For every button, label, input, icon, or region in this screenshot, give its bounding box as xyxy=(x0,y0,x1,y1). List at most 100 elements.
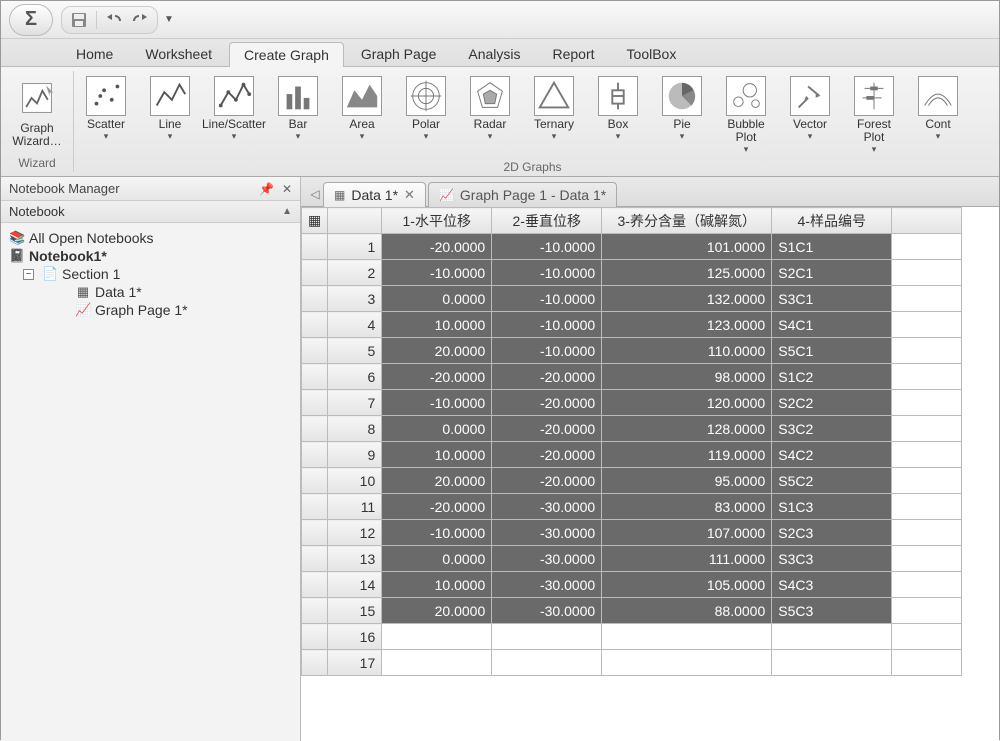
cell[interactable]: S4C1 xyxy=(772,312,892,338)
bar-button[interactable]: Bar▾ xyxy=(270,73,326,145)
cell-empty[interactable] xyxy=(492,650,602,676)
cell-empty[interactable] xyxy=(892,312,962,338)
row-number[interactable]: 7 xyxy=(328,390,382,416)
qat-dropdown-icon[interactable]: ▼ xyxy=(164,14,174,25)
cell-empty[interactable] xyxy=(892,234,962,260)
tree-data1[interactable]: ▦ Data 1* xyxy=(9,283,296,301)
cell[interactable]: 123.0000 xyxy=(602,312,772,338)
tab-worksheet[interactable]: Worksheet xyxy=(130,41,227,66)
cell[interactable]: -30.0000 xyxy=(492,546,602,572)
cell[interactable]: S3C1 xyxy=(772,286,892,312)
cell[interactable]: 10.0000 xyxy=(382,312,492,338)
cell-empty[interactable] xyxy=(492,624,602,650)
row-number[interactable]: 11 xyxy=(328,494,382,520)
cell[interactable]: S1C1 xyxy=(772,234,892,260)
cell[interactable]: S2C2 xyxy=(772,390,892,416)
cell[interactable]: -10.0000 xyxy=(382,520,492,546)
cell[interactable]: -30.0000 xyxy=(492,520,602,546)
col-header-1[interactable]: 1-水平位移 xyxy=(382,208,492,234)
ternary-button[interactable]: Ternary▾ xyxy=(526,73,582,145)
cell[interactable]: -30.0000 xyxy=(492,494,602,520)
table-row[interactable]: 910.0000-20.0000119.0000S4C2 xyxy=(302,442,962,468)
table-row[interactable]: 520.0000-10.0000110.0000S5C1 xyxy=(302,338,962,364)
undo-icon[interactable] xyxy=(103,9,125,31)
cell-empty[interactable] xyxy=(892,494,962,520)
tab-report[interactable]: Report xyxy=(538,41,610,66)
worksheet[interactable]: ▦ 1-水平位移 2-垂直位移 3-养分含量（碱解氮） 4-样品编号 1-20.… xyxy=(301,207,999,741)
tab-create-graph[interactable]: Create Graph xyxy=(229,42,344,67)
table-row[interactable]: 17 xyxy=(302,650,962,676)
polar-button[interactable]: Polar▾ xyxy=(398,73,454,145)
table-row[interactable]: 130.0000-30.0000111.0000S3C3 xyxy=(302,546,962,572)
forest-button[interactable]: Forest Plot▾ xyxy=(846,73,902,158)
col-header-empty[interactable] xyxy=(892,208,962,234)
row-number[interactable]: 5 xyxy=(328,338,382,364)
panel-collapse-icon[interactable]: ▲ xyxy=(282,206,292,217)
table-row[interactable]: 16 xyxy=(302,624,962,650)
graph-wizard-button[interactable]: Graph Wizard… xyxy=(7,73,67,151)
cell[interactable]: 95.0000 xyxy=(602,468,772,494)
panel-close-icon[interactable]: ✕ xyxy=(282,182,292,196)
cell[interactable]: -20.0000 xyxy=(492,442,602,468)
cell[interactable]: -20.0000 xyxy=(492,468,602,494)
cell-empty[interactable] xyxy=(602,624,772,650)
vector-button[interactable]: Vector▾ xyxy=(782,73,838,145)
row-number[interactable]: 3 xyxy=(328,286,382,312)
cell[interactable]: 20.0000 xyxy=(382,338,492,364)
cell[interactable]: 128.0000 xyxy=(602,416,772,442)
cell[interactable]: 83.0000 xyxy=(602,494,772,520)
cell[interactable]: -10.0000 xyxy=(492,260,602,286)
cell[interactable]: -10.0000 xyxy=(492,338,602,364)
tab-analysis[interactable]: Analysis xyxy=(453,41,535,66)
cell[interactable]: 20.0000 xyxy=(382,598,492,624)
cell[interactable]: S2C3 xyxy=(772,520,892,546)
bubble-button[interactable]: Bubble Plot▾ xyxy=(718,73,774,158)
table-row[interactable]: 1520.0000-30.000088.0000S5C3 xyxy=(302,598,962,624)
app-menu-button[interactable]: Σ xyxy=(9,4,53,36)
cell[interactable]: -10.0000 xyxy=(382,260,492,286)
cell[interactable]: S3C3 xyxy=(772,546,892,572)
row-number[interactable]: 16 xyxy=(328,624,382,650)
cell[interactable]: -10.0000 xyxy=(492,286,602,312)
col-header-4[interactable]: 4-样品编号 xyxy=(772,208,892,234)
cell[interactable]: 20.0000 xyxy=(382,468,492,494)
cell-empty[interactable] xyxy=(382,624,492,650)
cell[interactable]: -30.0000 xyxy=(492,572,602,598)
cell-empty[interactable] xyxy=(892,468,962,494)
cell[interactable]: -10.0000 xyxy=(492,234,602,260)
col-header-3[interactable]: 3-养分含量（碱解氮） xyxy=(602,208,772,234)
row-number[interactable]: 17 xyxy=(328,650,382,676)
cell-empty[interactable] xyxy=(772,650,892,676)
cell[interactable]: 120.0000 xyxy=(602,390,772,416)
cell-empty[interactable] xyxy=(772,624,892,650)
cell[interactable]: -20.0000 xyxy=(492,416,602,442)
cell[interactable]: 101.0000 xyxy=(602,234,772,260)
row-number[interactable]: 13 xyxy=(328,546,382,572)
cell[interactable]: 88.0000 xyxy=(602,598,772,624)
table-row[interactable]: 7-10.0000-20.0000120.0000S2C2 xyxy=(302,390,962,416)
cell[interactable]: 0.0000 xyxy=(382,286,492,312)
table-row[interactable]: 2-10.0000-10.0000125.0000S2C1 xyxy=(302,260,962,286)
cell[interactable]: -30.0000 xyxy=(492,598,602,624)
cell[interactable]: S1C3 xyxy=(772,494,892,520)
col-header-2[interactable]: 2-垂直位移 xyxy=(492,208,602,234)
row-number[interactable]: 12 xyxy=(328,520,382,546)
cell-empty[interactable] xyxy=(892,260,962,286)
cell-empty[interactable] xyxy=(892,650,962,676)
pie-button[interactable]: Pie▾ xyxy=(654,73,710,145)
cell-empty[interactable] xyxy=(892,546,962,572)
table-row[interactable]: 11-20.0000-30.000083.0000S1C3 xyxy=(302,494,962,520)
table-row[interactable]: 12-10.0000-30.0000107.0000S2C3 xyxy=(302,520,962,546)
tree-all-notebooks[interactable]: 📚 All Open Notebooks xyxy=(9,229,296,247)
row-number[interactable]: 9 xyxy=(328,442,382,468)
close-tab-icon[interactable]: ✕ xyxy=(404,187,415,203)
collapse-icon[interactable]: − xyxy=(23,269,34,280)
cell-empty[interactable] xyxy=(892,442,962,468)
row-number[interactable]: 15 xyxy=(328,598,382,624)
linescatter-button[interactable]: Line/Scatter▾ xyxy=(206,73,262,145)
cell[interactable]: S3C2 xyxy=(772,416,892,442)
table-row[interactable]: 1410.0000-30.0000105.0000S4C3 xyxy=(302,572,962,598)
cell[interactable]: S4C3 xyxy=(772,572,892,598)
tab-toolbox[interactable]: ToolBox xyxy=(612,41,692,66)
cell[interactable]: 98.0000 xyxy=(602,364,772,390)
